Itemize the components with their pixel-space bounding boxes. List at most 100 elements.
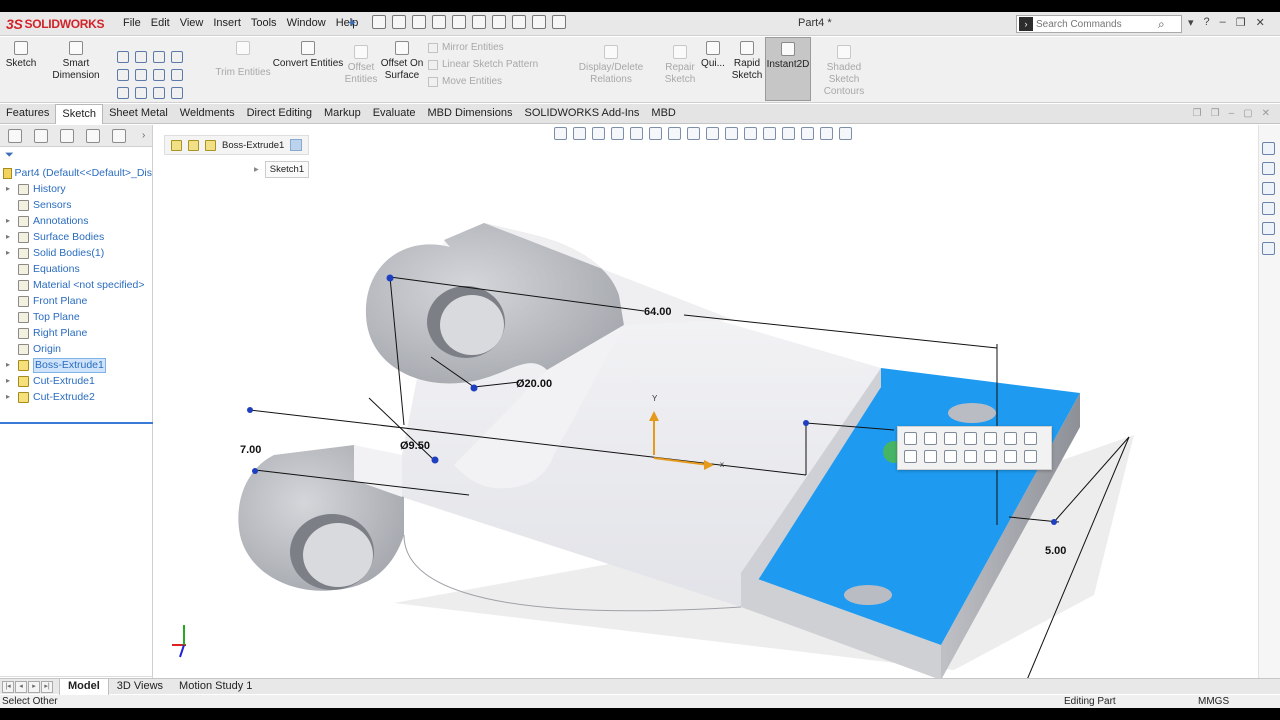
file-explorer-icon[interactable] — [1261, 182, 1275, 195]
menu-view[interactable]: View — [175, 17, 209, 29]
quick-snaps-button[interactable]: Qui... — [700, 37, 726, 81]
graphics-area[interactable]: Y x 64.00 Ø20.00 Ø9.50 7.00 5.00 Boss-Ex… — [154, 125, 1258, 690]
prev-tab-icon[interactable]: ◂ — [15, 680, 27, 693]
dynamic-annotation-icon[interactable] — [630, 127, 643, 140]
view-settings-icon[interactable] — [744, 127, 757, 140]
doc-restore-icon[interactable]: ❐ — [1211, 108, 1220, 119]
print-icon[interactable] — [452, 15, 466, 29]
doc-minimize-icon[interactable]: – — [1229, 108, 1235, 119]
rollback-bar[interactable] — [0, 422, 153, 424]
view-palette-icon[interactable] — [1261, 202, 1275, 215]
zoom-to-area-icon[interactable] — [573, 127, 586, 140]
trim-entities-button[interactable]: Trim Entities — [214, 41, 272, 81]
home-icon[interactable] — [372, 15, 386, 29]
dimension-5[interactable]: 5.00 — [1045, 545, 1066, 557]
tab-mbd-dimensions[interactable]: MBD Dimensions — [422, 104, 519, 124]
user-icon[interactable]: ▾ — [1188, 16, 1194, 29]
centerline-icon[interactable] — [153, 87, 165, 99]
close-icon[interactable]: ✕ — [1256, 16, 1265, 29]
solidworks-resources-icon[interactable] — [1261, 142, 1275, 155]
design-library-icon[interactable] — [1261, 162, 1275, 175]
plane-icon[interactable] — [171, 87, 183, 99]
filter-icon[interactable]: ⏷ — [0, 147, 152, 165]
hide-show-items-icon[interactable] — [687, 127, 700, 140]
linear-sketch-pattern-button[interactable]: Linear Sketch Pattern — [428, 59, 538, 70]
search-icon[interactable]: ⌕ — [1158, 17, 1165, 32]
configuration-manager-tab-icon[interactable] — [60, 128, 74, 143]
apply-scene-icon[interactable] — [725, 127, 738, 140]
section-view-icon[interactable] — [611, 127, 624, 140]
display-delete-relations-button[interactable]: Display/Delete Relations — [558, 41, 664, 85]
expand-arrow-icon[interactable]: ▸ — [6, 229, 18, 245]
doc-close-icon[interactable]: ✕ — [1262, 108, 1270, 119]
tree-item-annotations[interactable]: ▸ Annotations — [0, 213, 152, 229]
dimension-dia-20[interactable]: Ø20.00 — [516, 378, 552, 390]
tile-icon[interactable]: ❐ — [1193, 108, 1202, 119]
tree-item-right-plane[interactable]: Right Plane — [0, 325, 152, 341]
display-style-icon[interactable] — [668, 127, 681, 140]
tab-motion-study-1[interactable]: Motion Study 1 — [171, 679, 260, 695]
expand-arrow-icon[interactable]: ▸ — [6, 245, 18, 261]
tab-markup[interactable]: Markup — [318, 104, 367, 124]
rebuild-icon[interactable] — [512, 15, 526, 29]
feature-breadcrumb-icon[interactable] — [205, 139, 216, 151]
save-icon[interactable] — [432, 15, 446, 29]
doc-maximize-icon[interactable]: ▢ — [1243, 108, 1252, 119]
options-gear-icon[interactable] — [552, 15, 566, 29]
perspective-icon[interactable] — [820, 127, 833, 140]
dimension-dia-9-5[interactable]: Ø9.50 — [400, 440, 430, 452]
search-commands-input[interactable] — [1036, 18, 1154, 30]
open-icon[interactable] — [412, 15, 426, 29]
tree-item-origin[interactable]: Origin — [0, 341, 152, 357]
new-document-icon[interactable] — [392, 15, 406, 29]
menu-insert[interactable]: Insert — [208, 17, 246, 29]
mirror-entities-button[interactable]: Mirror Entities — [428, 42, 504, 53]
tree-item-material[interactable]: Material <not specified> — [0, 277, 152, 293]
cartoon-icon[interactable] — [839, 127, 852, 140]
realview-icon[interactable] — [763, 127, 776, 140]
zoom-to-fit-icon[interactable] — [554, 127, 567, 140]
move-entities-button[interactable]: Move Entities — [428, 76, 502, 87]
tree-item-solid-bodies[interactable]: ▸ Solid Bodies(1) — [0, 245, 152, 261]
select-tangency-icon[interactable] — [1024, 432, 1037, 445]
offset-entities-button[interactable]: Offset Entities — [344, 41, 378, 97]
breadcrumb-sketch[interactable]: Sketch1 — [264, 161, 310, 178]
menu-tools[interactable]: Tools — [246, 17, 282, 29]
tree-item-history[interactable]: ▸ History — [0, 181, 152, 197]
circle-icon[interactable] — [135, 51, 147, 63]
expand-arrow-icon[interactable]: ▸ — [6, 373, 18, 389]
offset-on-surface-button[interactable]: Offset On Surface — [380, 37, 424, 97]
tab-3d-views[interactable]: 3D Views — [109, 679, 171, 695]
pin-menu-icon[interactable]: ✦ — [347, 16, 357, 30]
status-units[interactable]: MMGS — [1198, 695, 1229, 708]
tree-item-sensors[interactable]: Sensors — [0, 197, 152, 213]
edit-feature-icon[interactable] — [904, 432, 917, 445]
instant2d-button[interactable]: Instant2D — [765, 37, 811, 101]
tree-item-equations[interactable]: Equations — [0, 261, 152, 277]
appearances-scenes-icon[interactable] — [1261, 222, 1275, 235]
tab-features[interactable]: Features — [0, 104, 55, 124]
panel-more-arrow-icon[interactable]: › — [142, 130, 145, 141]
dimxpert-tab-icon[interactable] — [86, 128, 100, 143]
ambient-occlusion-icon[interactable] — [801, 127, 814, 140]
next-tab-icon[interactable]: ▸ — [28, 680, 40, 693]
shadows-icon[interactable] — [782, 127, 795, 140]
point-icon[interactable] — [135, 87, 147, 99]
tree-item-surface-bodies[interactable]: ▸ Surface Bodies — [0, 229, 152, 245]
repair-sketch-button[interactable]: Repair Sketch — [664, 41, 696, 97]
dimension-64[interactable]: 64.00 — [644, 306, 672, 318]
tree-item-boss-extrude1[interactable]: ▸ Boss-Extrude1 — [0, 357, 152, 373]
normal-to-icon[interactable] — [984, 450, 997, 463]
appearance-icon[interactable] — [1004, 432, 1017, 445]
insert-part-icon[interactable] — [1024, 450, 1037, 463]
help-icon[interactable]: ? — [1204, 16, 1210, 29]
tab-sheet-metal[interactable]: Sheet Metal — [103, 104, 174, 124]
convert-context-icon[interactable] — [924, 450, 937, 463]
convert-entities-button[interactable]: Convert Entities — [272, 37, 344, 81]
smart-dimension-button[interactable]: Smart Dimension — [40, 37, 112, 81]
tab-direct-editing[interactable]: Direct Editing — [241, 104, 318, 124]
tab-sketch[interactable]: Sketch — [55, 104, 104, 124]
edit-sketch-icon[interactable] — [924, 432, 937, 445]
search-commands-box[interactable]: › ⌕ — [1016, 15, 1182, 33]
tab-mbd[interactable]: MBD — [645, 104, 681, 124]
